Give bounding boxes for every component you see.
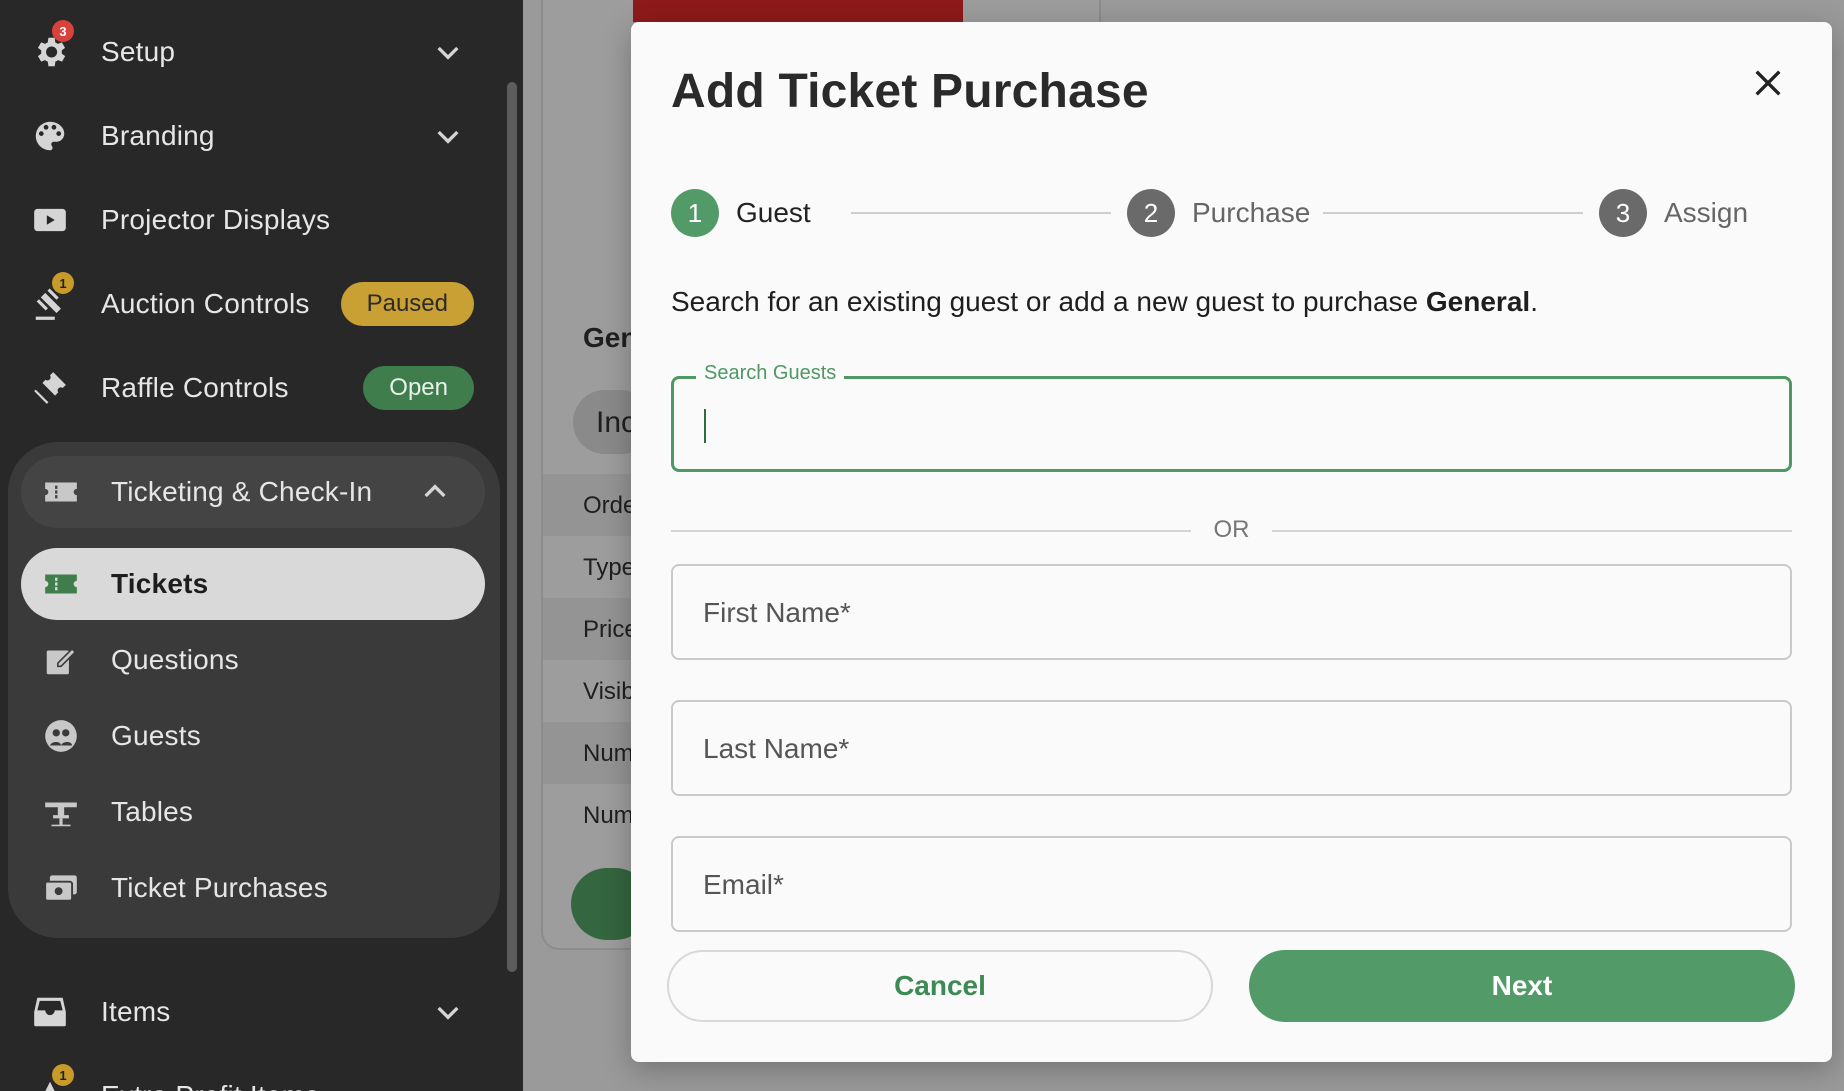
sidebar-item-ticket-purchases[interactable]: Ticket Purchases: [21, 852, 485, 924]
first-name-input[interactable]: [703, 590, 1763, 636]
step-assign: 3 Assign: [1599, 188, 1748, 238]
sidebar-item-label: Items: [101, 996, 171, 1027]
sidebar-item-label: Setup: [101, 36, 176, 67]
email-input[interactable]: [703, 862, 1763, 908]
next-button[interactable]: Next: [1249, 950, 1795, 1022]
step-number: 2: [1127, 189, 1175, 237]
step-label: Assign: [1664, 197, 1749, 228]
sidebar-item-label: Ticket Purchases: [111, 872, 328, 903]
step-label: Guest: [736, 197, 811, 228]
step-number: 3: [1599, 189, 1647, 237]
step-purchase: 2 Purchase: [1127, 188, 1310, 238]
sidebar-item-projector-displays[interactable]: Projector Displays: [0, 178, 523, 262]
search-guests-label: Search Guests: [696, 362, 845, 385]
text-caret: [704, 409, 706, 443]
row-label: Orde: [583, 492, 637, 519]
guests-icon: [41, 716, 81, 756]
ticket-stub-icon: [41, 564, 81, 604]
chevron-down-icon: [432, 120, 464, 152]
or-text: OR: [1213, 516, 1250, 543]
table-icon: [41, 792, 81, 832]
sidebar-item-items[interactable]: Items: [0, 970, 523, 1054]
sidebar-scrollbar[interactable]: [507, 82, 517, 972]
first-name-field[interactable]: [671, 564, 1792, 660]
status-badge: Open: [363, 366, 474, 410]
add-ticket-purchase-dialog: Add Ticket Purchase 1 Guest 2 Purchase 3…: [631, 22, 1832, 1062]
dialog-instructions: Search for an existing guest or add a ne…: [671, 286, 1538, 318]
or-divider: OR: [671, 516, 1792, 546]
sidebar-item-label: Questions: [111, 644, 239, 675]
sidebar-item-extra-profit-items[interactable]: 1 Extra Profit Items: [0, 1054, 523, 1091]
step-label: Purchase: [1192, 197, 1311, 228]
chevron-down-icon: [432, 36, 464, 68]
ticket-type-name: General: [1425, 286, 1531, 317]
row-label: Type: [583, 554, 636, 581]
row-label: Visib: [583, 678, 635, 705]
row-label: Num: [583, 802, 634, 829]
step-connector: [851, 212, 1111, 214]
sidebar: 3 Setup Branding Projector Displays 1 Au…: [0, 0, 523, 1091]
profit-icon: 1: [30, 1064, 74, 1091]
status-badge: Paused: [340, 282, 474, 326]
instructions-text: Search for an existing guest or add a ne…: [671, 286, 1426, 317]
gear-icon: 3: [30, 20, 74, 72]
search-guests-field[interactable]: Search Guests: [671, 362, 1792, 472]
sidebar-item-label: Auction Controls: [101, 288, 310, 319]
sidebar-item-label: Projector Displays: [101, 204, 331, 235]
search-guests-input[interactable]: [702, 401, 1762, 447]
ticket-icon: [30, 368, 70, 408]
sidebar-group-ticketing[interactable]: Ticketing & Check-In: [21, 456, 485, 528]
dialog-title: Add Ticket Purchase: [671, 65, 1149, 118]
gavel-icon: 1: [30, 272, 74, 324]
email-field[interactable]: [671, 836, 1792, 932]
sidebar-item-raffle-controls[interactable]: Raffle Controls Open: [0, 346, 523, 430]
last-name-input[interactable]: [703, 726, 1763, 772]
sidebar-item-setup[interactable]: 3 Setup: [0, 10, 523, 94]
notification-badge: 1: [52, 1064, 74, 1086]
ticket-banner: [633, 0, 963, 22]
step-guest: 1 Guest: [671, 188, 811, 238]
play-screen-icon: [30, 200, 70, 240]
cancel-button[interactable]: Cancel: [667, 950, 1213, 1022]
sidebar-item-label: Extra Profit Items: [101, 1080, 319, 1091]
sidebar-item-branding[interactable]: Branding: [0, 94, 523, 178]
sidebar-item-questions[interactable]: Questions: [21, 624, 485, 696]
sidebar-item-label: Branding: [101, 120, 215, 151]
last-name-field[interactable]: [671, 700, 1792, 796]
row-label: Num: [583, 740, 634, 767]
notification-badge: 3: [52, 20, 74, 42]
palette-icon: [30, 116, 70, 156]
sidebar-item-label: Tickets: [111, 568, 209, 599]
inbox-icon: [30, 992, 70, 1032]
sidebar-item-label: Raffle Controls: [101, 372, 289, 403]
sidebar-item-tables[interactable]: Tables: [21, 776, 485, 848]
sidebar-item-label: Guests: [111, 720, 201, 751]
sidebar-item-tickets[interactable]: Tickets: [21, 548, 485, 620]
sidebar-item-label: Tables: [111, 796, 194, 827]
purchases-icon: [41, 868, 81, 908]
sidebar-item-guests[interactable]: Guests: [21, 700, 485, 772]
chevron-up-icon: [419, 476, 451, 508]
sidebar-group-label: Ticketing & Check-In: [111, 476, 373, 507]
close-icon: [1755, 70, 1781, 96]
card-heading: Gen: [583, 322, 638, 353]
ticket-stub-icon: [41, 472, 81, 512]
sidebar-item-auction-controls[interactable]: 1 Auction Controls Paused: [0, 262, 523, 346]
instructions-suffix: .: [1530, 286, 1538, 317]
row-label: Price: [583, 616, 638, 643]
close-button[interactable]: [1743, 58, 1793, 108]
step-number: 1: [671, 189, 719, 237]
notification-badge: 1: [52, 272, 74, 294]
edit-note-icon: [41, 640, 81, 680]
step-connector: [1323, 212, 1583, 214]
chevron-down-icon: [432, 996, 464, 1028]
